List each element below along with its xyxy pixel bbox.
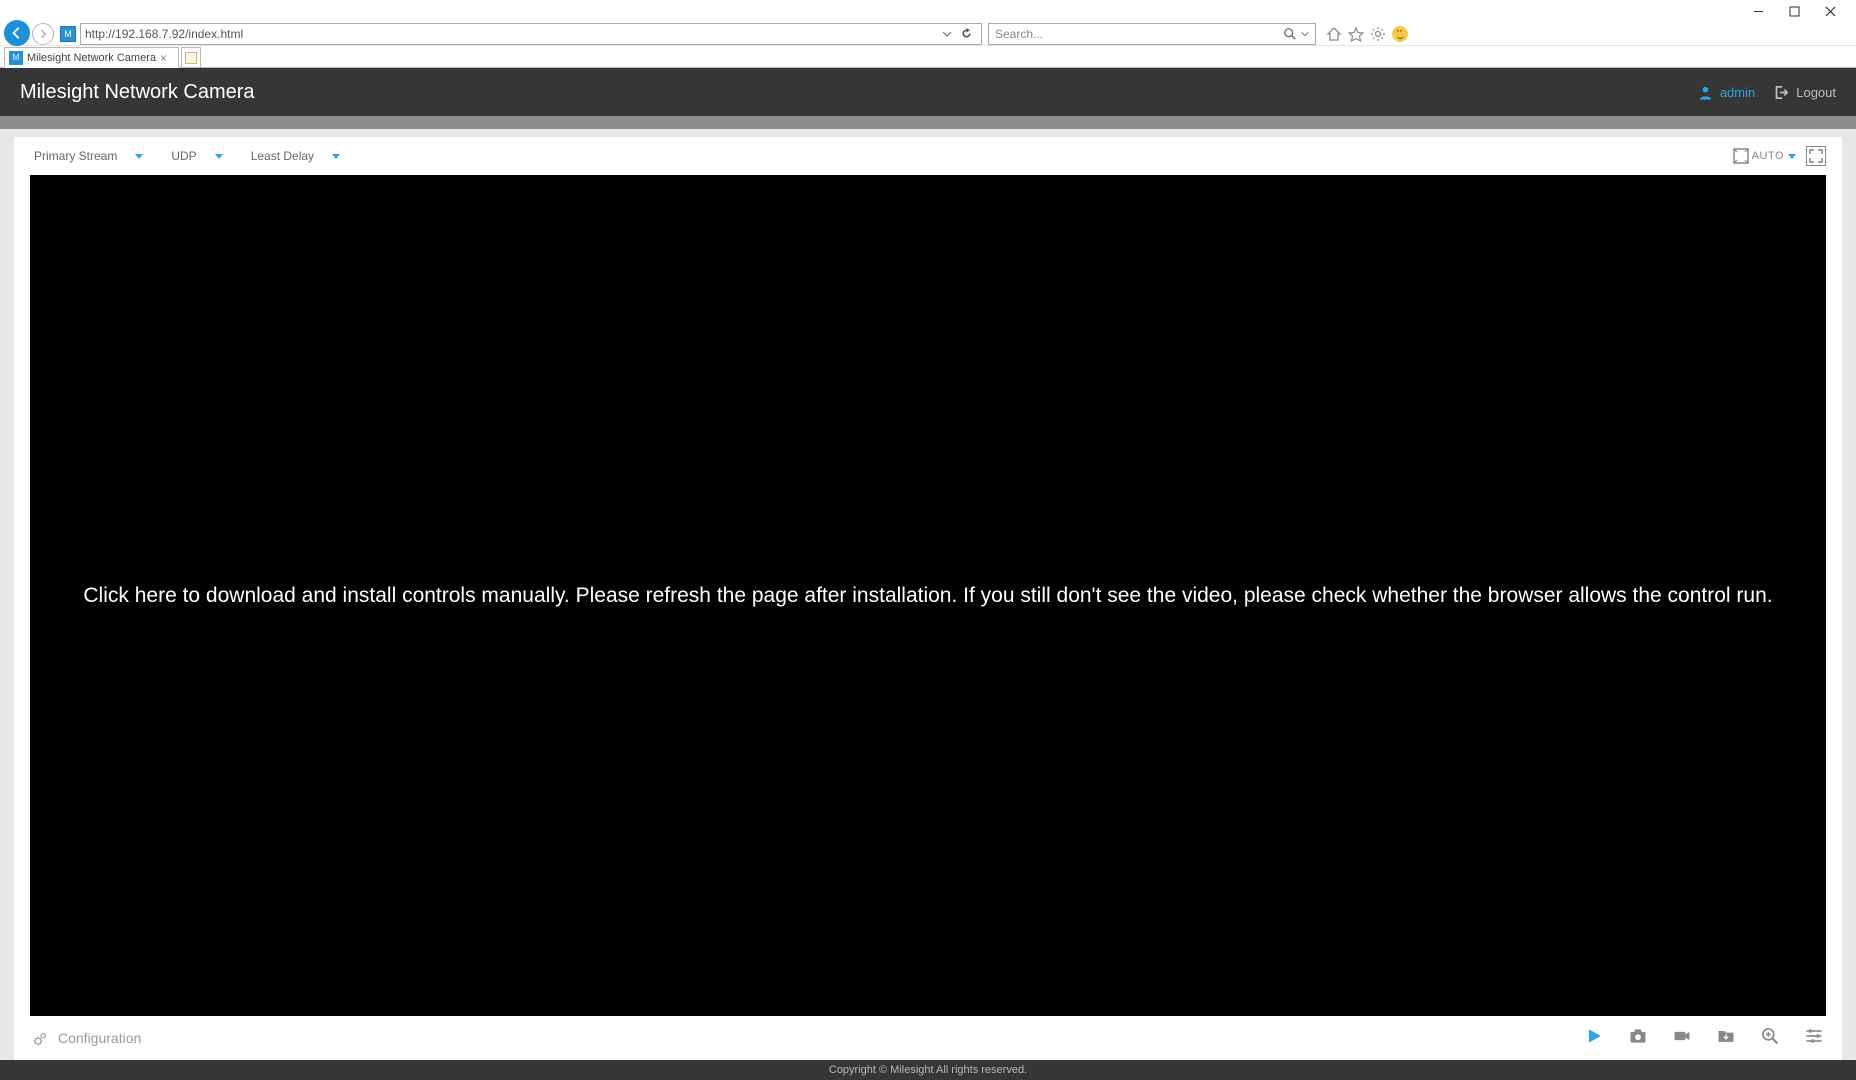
play-button[interactable] xyxy=(1584,1026,1604,1051)
record-button[interactable] xyxy=(1672,1026,1692,1051)
scale-label: AUTO xyxy=(1752,150,1784,162)
video-plugin-message: Click here to download and install contr… xyxy=(83,584,1772,608)
tools-gear-icon[interactable] xyxy=(1370,26,1386,42)
home-icon[interactable] xyxy=(1326,26,1342,42)
user-icon xyxy=(1697,84,1714,101)
footer: Copyright © Milesight All rights reserve… xyxy=(0,1060,1856,1080)
zoom-in-icon xyxy=(1760,1026,1780,1046)
search-dropdown-icon[interactable] xyxy=(1301,30,1309,38)
caret-down-icon xyxy=(215,154,223,159)
search-icon[interactable] xyxy=(1283,27,1297,41)
new-tab-button[interactable] xyxy=(181,47,201,68)
tab-favicon: M xyxy=(9,51,23,65)
footer-text: Copyright © Milesight All rights reserve… xyxy=(829,1064,1027,1076)
caret-down-icon xyxy=(332,154,340,159)
window-minimize-button[interactable] xyxy=(1740,0,1776,22)
logout-button[interactable]: Logout xyxy=(1773,84,1836,101)
sub-header-band xyxy=(0,116,1856,129)
fullscreen-button[interactable] xyxy=(1806,146,1826,166)
protocol-dropdown[interactable]: UDP xyxy=(171,149,222,163)
header-user[interactable]: admin xyxy=(1697,84,1755,101)
video-viewport[interactable]: Click here to download and install contr… xyxy=(30,175,1826,1016)
scale-dropdown[interactable]: AUTO xyxy=(1732,147,1796,165)
bottom-toolbar: Configuration xyxy=(14,1016,1842,1060)
window-titlebar xyxy=(0,0,1856,22)
settings-sliders-button[interactable] xyxy=(1804,1026,1824,1051)
tab-title: Milesight Network Camera xyxy=(27,52,156,64)
logout-label: Logout xyxy=(1796,85,1836,100)
zoom-button[interactable] xyxy=(1760,1026,1780,1051)
window-maximize-button[interactable] xyxy=(1776,0,1812,22)
content-wrap: Primary Stream UDP Least Delay AUTO xyxy=(0,129,1856,1060)
gear-icon xyxy=(32,1029,50,1047)
nav-back-button[interactable] xyxy=(4,20,30,46)
stream-label: Primary Stream xyxy=(34,149,117,163)
browser-tab[interactable]: M Milesight Network Camera × xyxy=(4,47,179,68)
delay-label: Least Delay xyxy=(251,149,314,163)
caret-down-icon xyxy=(1788,154,1796,159)
favorites-icon[interactable] xyxy=(1348,26,1364,42)
configuration-link[interactable]: Configuration xyxy=(32,1029,141,1047)
username-label: admin xyxy=(1720,85,1755,100)
scale-icon xyxy=(1732,147,1750,165)
download-button[interactable] xyxy=(1716,1026,1736,1051)
browser-toolbar: M http://192.168.7.92/index.html Search.… xyxy=(0,22,1856,46)
delay-dropdown[interactable]: Least Delay xyxy=(251,149,340,163)
site-favicon: M xyxy=(60,26,76,42)
url-dropdown-icon[interactable] xyxy=(942,29,952,39)
stream-controls-row: Primary Stream UDP Least Delay AUTO xyxy=(14,137,1842,175)
address-bar[interactable]: http://192.168.7.92/index.html xyxy=(80,23,982,45)
window-close-button[interactable] xyxy=(1812,0,1848,22)
nav-forward-button[interactable] xyxy=(32,23,54,45)
logout-icon xyxy=(1773,84,1790,101)
browser-tab-strip: M Milesight Network Camera × xyxy=(0,46,1856,68)
search-placeholder: Search... xyxy=(995,27,1043,41)
folder-download-icon xyxy=(1716,1026,1736,1046)
caret-down-icon xyxy=(135,154,143,159)
stream-dropdown[interactable]: Primary Stream xyxy=(34,149,143,163)
fullscreen-icon xyxy=(1809,149,1823,163)
content-panel: Primary Stream UDP Least Delay AUTO xyxy=(14,137,1842,1060)
tab-close-button[interactable]: × xyxy=(160,52,172,64)
video-icon xyxy=(1672,1026,1692,1046)
protocol-label: UDP xyxy=(171,149,196,163)
app-title: Milesight Network Camera xyxy=(20,81,255,104)
sliders-icon xyxy=(1804,1026,1824,1046)
camera-icon xyxy=(1628,1026,1648,1046)
refresh-icon[interactable] xyxy=(960,27,973,40)
url-text: http://192.168.7.92/index.html xyxy=(85,27,243,41)
snapshot-button[interactable] xyxy=(1628,1026,1648,1051)
configuration-label: Configuration xyxy=(58,1030,141,1046)
feedback-smiley-icon[interactable] xyxy=(1392,26,1408,42)
browser-search-input[interactable]: Search... xyxy=(988,23,1316,45)
app-header: Milesight Network Camera admin Logout xyxy=(0,68,1856,116)
